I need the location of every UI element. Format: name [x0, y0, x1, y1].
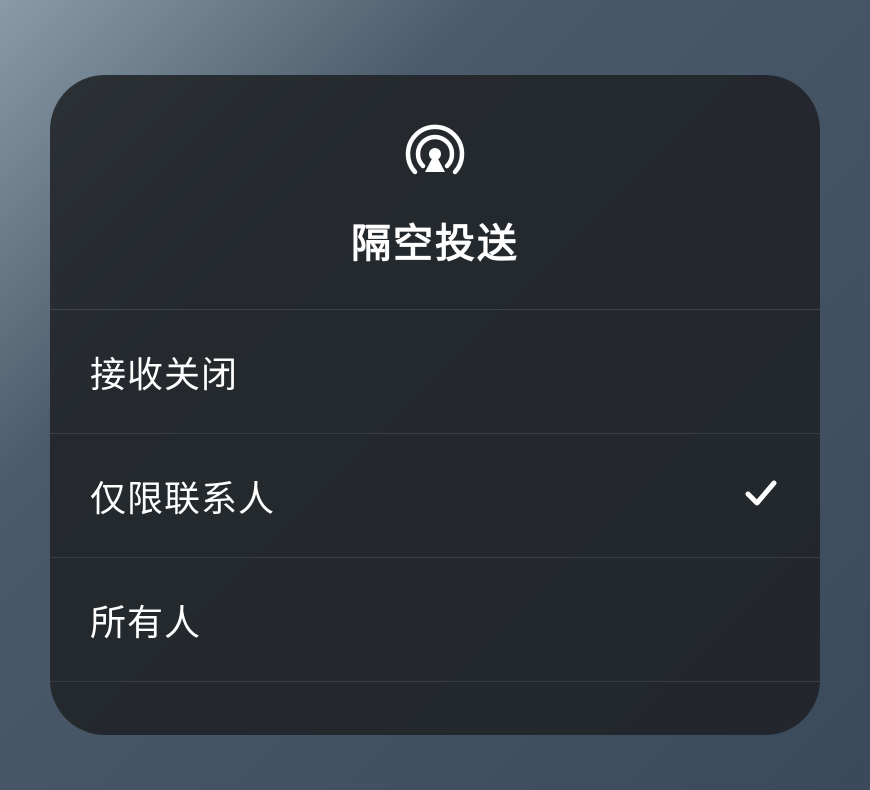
option-contacts-only[interactable]: 仅限联系人	[50, 434, 820, 558]
airdrop-settings-panel: 隔空投送 接收关闭 仅限联系人 所有人	[50, 75, 820, 735]
panel-title: 隔空投送	[351, 211, 519, 269]
airdrop-icon	[401, 120, 469, 193]
checkmark-icon	[742, 474, 780, 517]
option-label: 接收关闭	[90, 346, 238, 398]
option-label: 仅限联系人	[90, 470, 275, 522]
option-everyone[interactable]: 所有人	[50, 558, 820, 682]
option-label: 所有人	[90, 594, 201, 646]
options-list: 接收关闭 仅限联系人 所有人	[50, 310, 820, 735]
panel-header: 隔空投送	[50, 75, 820, 310]
option-receiving-off[interactable]: 接收关闭	[50, 310, 820, 434]
